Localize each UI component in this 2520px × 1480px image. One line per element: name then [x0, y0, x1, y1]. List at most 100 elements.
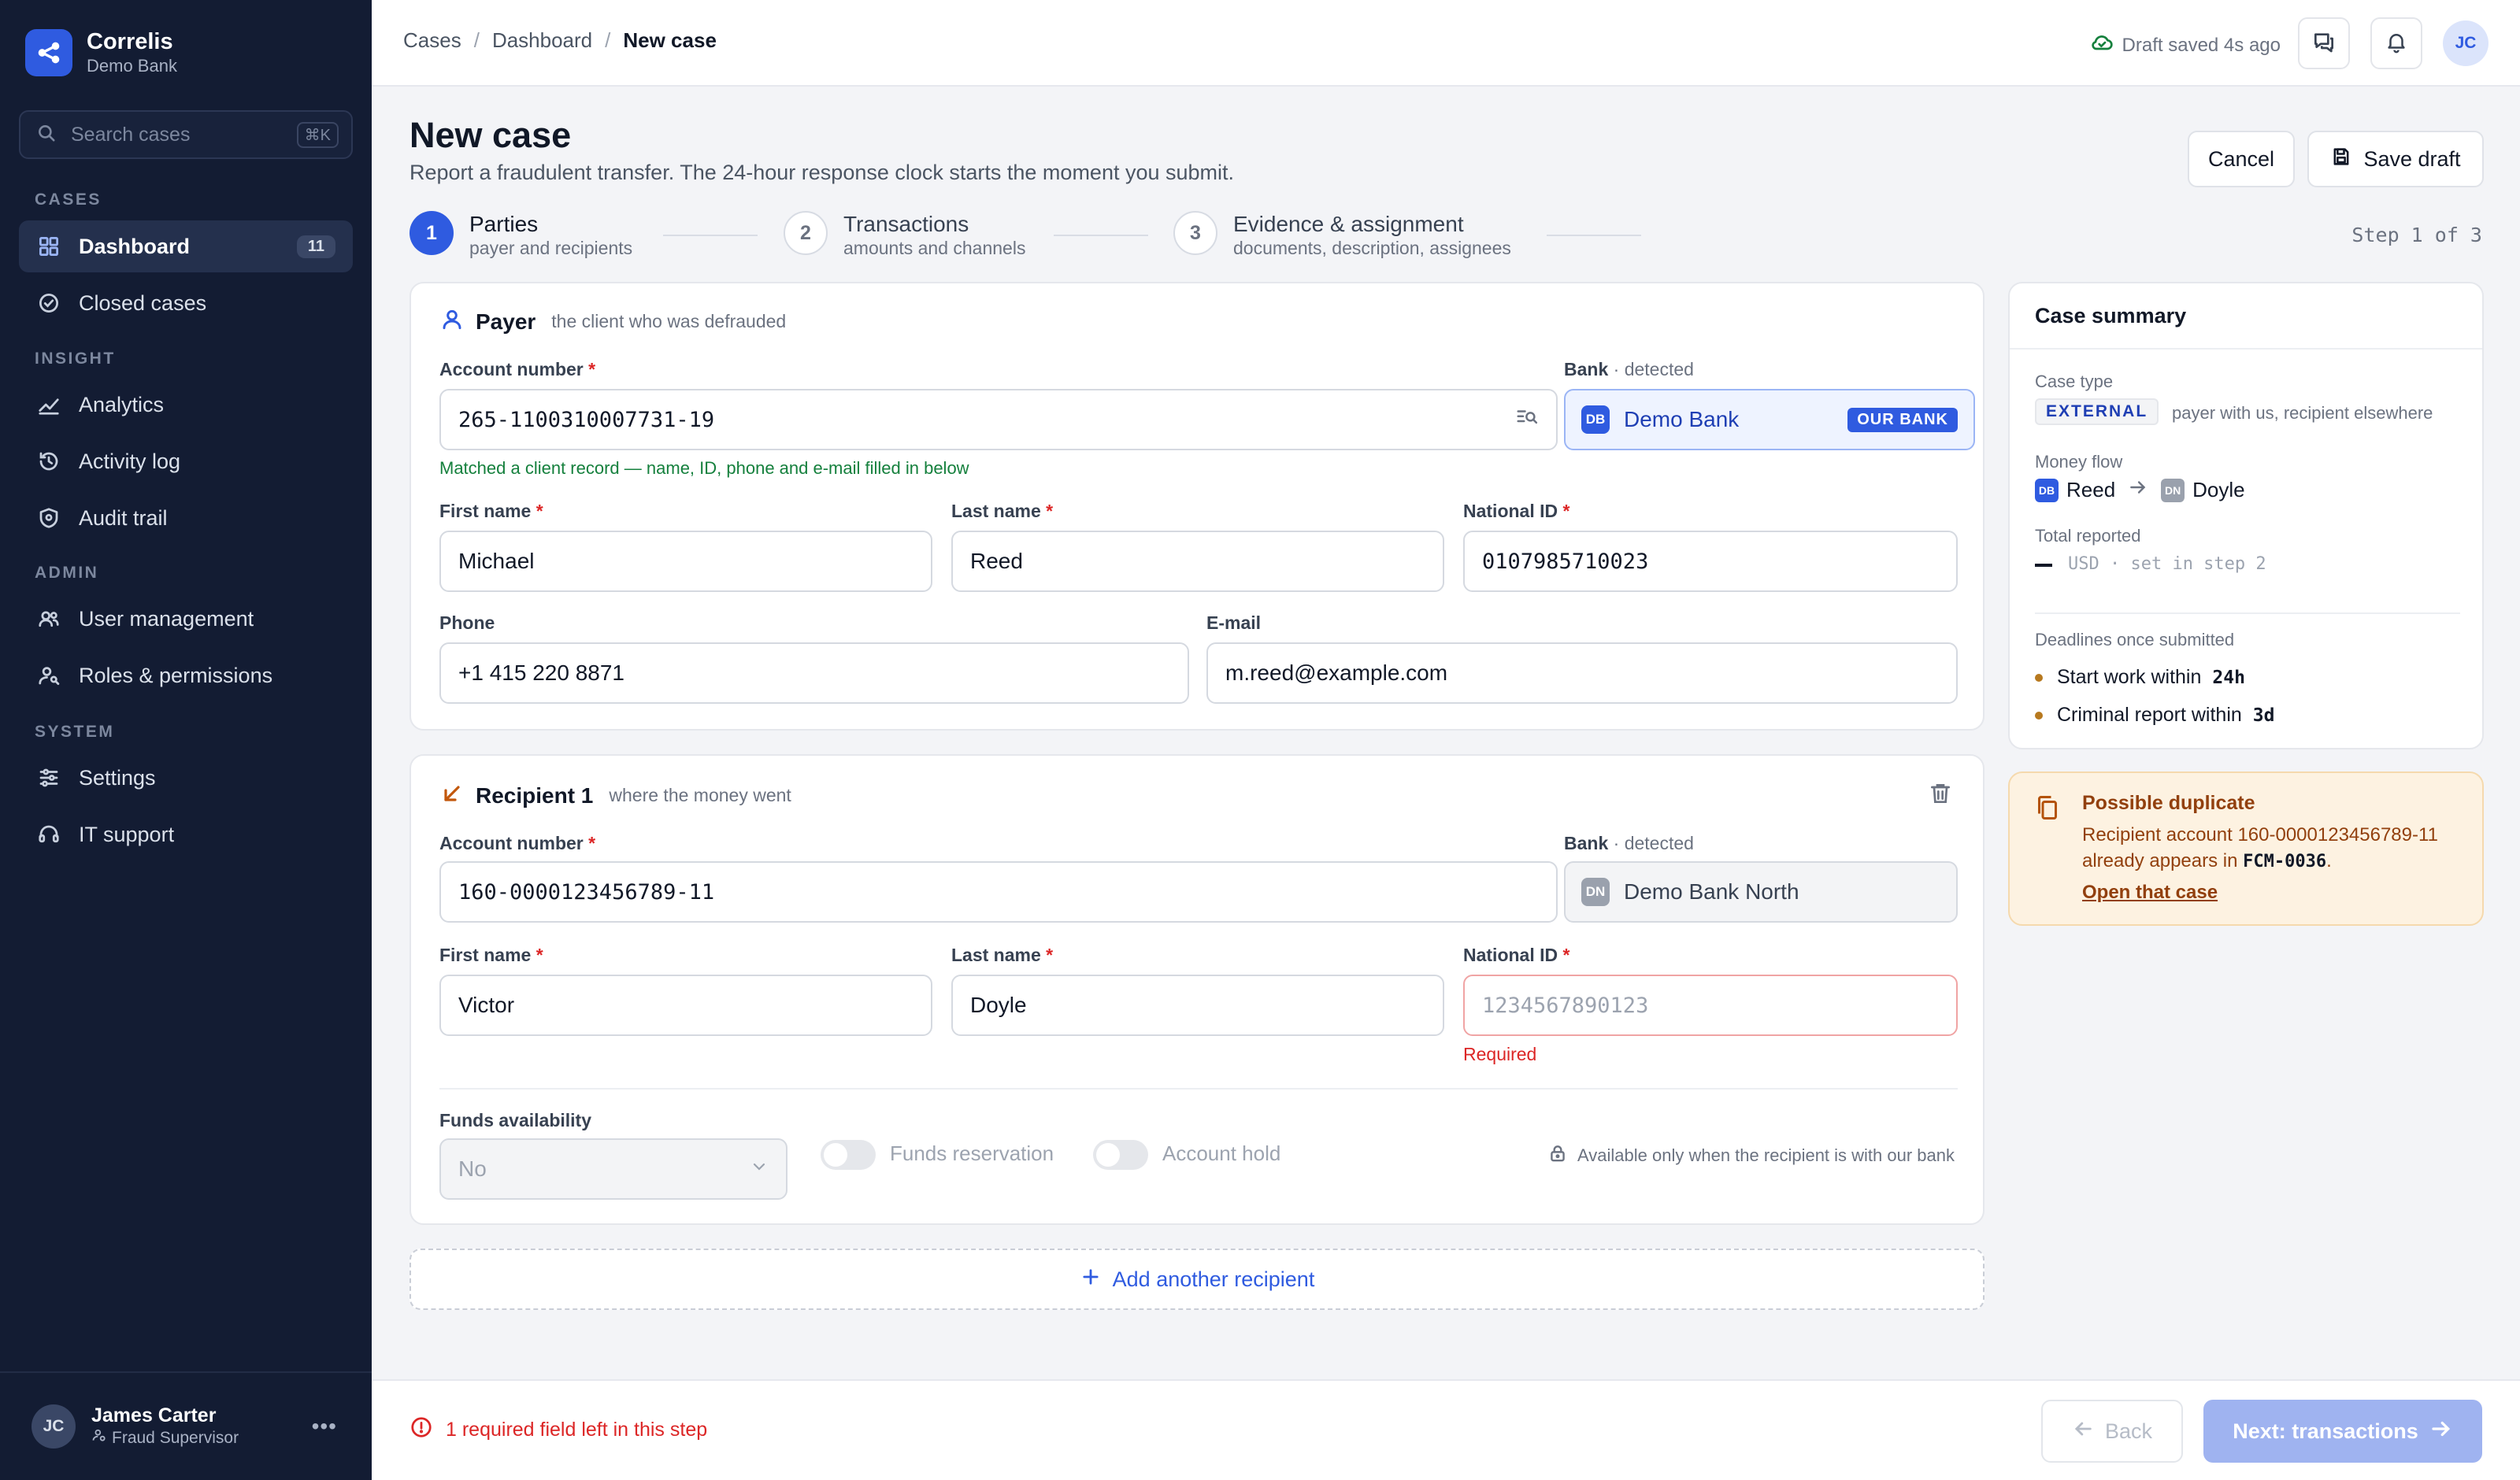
sidebar-item-audit-trail[interactable]: Audit trail	[19, 492, 353, 544]
sidebar-item-user-management[interactable]: User management	[19, 593, 353, 645]
duplicate-text: Recipient account 160-0000123456789-11 a…	[2082, 822, 2468, 875]
open-case-link[interactable]: Open that case	[2082, 882, 2218, 904]
recipient-account-label: Account number *	[439, 833, 596, 853]
user-badge-icon	[91, 1427, 107, 1449]
label-text: National ID	[1463, 501, 1558, 521]
account-hold-toggle[interactable]	[1093, 1140, 1148, 1170]
breadcrumb-dashboard[interactable]: Dashboard	[492, 28, 592, 53]
user-profile[interactable]: JC James Carter Fraud Supervisor •••	[0, 1371, 372, 1480]
check-circle-icon	[35, 289, 63, 317]
field-placeholder: 1234567890123	[1482, 993, 1649, 1018]
back-label: Back	[2104, 1419, 2153, 1443]
notifications-button[interactable]	[2370, 17, 2422, 69]
payer-title: Payer	[476, 309, 536, 334]
field-value: Michael	[458, 549, 535, 573]
step-progress: Step 1 of 3	[2351, 224, 2482, 246]
bank-chip: DN	[1581, 878, 1610, 906]
messages-button[interactable]	[2298, 17, 2350, 69]
payer-phone-input[interactable]: +1 415 220 8871	[439, 642, 1189, 704]
step-parties[interactable]: 1 Parties payer and recipients	[410, 211, 632, 258]
sidebar-item-it-support[interactable]: IT support	[19, 808, 353, 860]
select-value: No	[458, 1156, 487, 1181]
sidebar-item-label: Closed cases	[79, 290, 207, 315]
step-number: 1	[410, 211, 454, 255]
breadcrumb-current: New case	[623, 28, 717, 52]
breadcrumb-cases[interactable]: Cases	[403, 28, 461, 53]
label-text: Bank	[1564, 833, 1609, 853]
sidebar-item-analytics[interactable]: Analytics	[19, 379, 353, 431]
payer-national-id-input[interactable]: 0107985710023	[1463, 531, 1958, 592]
draft-status: Draft saved 4s ago	[2089, 30, 2281, 61]
save-draft-button[interactable]: Save draft	[2307, 131, 2484, 187]
cancel-button[interactable]: Cancel	[2188, 131, 2295, 187]
payer-header: Payer the client who was defrauded	[439, 307, 786, 336]
lock-note: Available only when the recipient is wit…	[1547, 1143, 1955, 1168]
more-icon[interactable]: •••	[312, 1414, 337, 1439]
payer-account-input[interactable]: 265-1100310007731-19	[439, 389, 1558, 450]
deadline-value: 3d	[2252, 705, 2275, 726]
cancel-label: Cancel	[2207, 146, 2275, 171]
duplicate-warning: Possible duplicate Recipient account 160…	[2008, 771, 2484, 926]
email-label: E-mail	[1206, 612, 1262, 633]
recipient-first-name-input[interactable]: Victor	[439, 975, 932, 1036]
summary-title: Case summary	[2035, 304, 2187, 327]
dashboard-count-badge: 11	[296, 235, 335, 258]
duplicate-case-id: FCM-0036	[2243, 852, 2327, 871]
search-input[interactable]: Search cases ⌘K	[19, 110, 353, 159]
label-text: Account number	[439, 359, 584, 379]
back-button[interactable]: Back	[2041, 1400, 2183, 1463]
last-name-label: Last name *	[951, 945, 1054, 965]
step-title: Transactions	[843, 212, 969, 236]
recipient-last-name-input[interactable]: Doyle	[951, 975, 1444, 1036]
cloud-check-icon	[2089, 30, 2114, 61]
step-connector	[1547, 235, 1641, 236]
divider	[2010, 348, 2482, 350]
next-button[interactable]: Next: transactions	[2203, 1400, 2482, 1463]
sidebar-item-settings[interactable]: Settings	[19, 752, 353, 804]
sidebar-item-dashboard[interactable]: Dashboard 11	[19, 220, 353, 272]
avatar[interactable]: JC	[2443, 20, 2488, 66]
recipient-subtitle: where the money went	[609, 785, 791, 805]
user-key-icon	[35, 661, 63, 690]
arrow-left-icon	[2072, 1418, 2094, 1445]
step-transactions[interactable]: 2 Transactions amounts and channels	[784, 211, 1025, 258]
sidebar-item-activity-log[interactable]: Activity log	[19, 435, 353, 487]
delete-recipient-icon[interactable]	[1928, 781, 1953, 810]
recipient-account-input[interactable]: 160-0000123456789-11	[439, 861, 1558, 923]
recipient-card: Recipient 1 where the money went Account…	[410, 754, 1984, 1225]
case-type-badge: EXTERNAL	[2035, 398, 2159, 425]
label-text: Account number	[439, 833, 584, 853]
field-value: +1 415 220 8871	[458, 660, 624, 685]
sidebar-item-roles-permissions[interactable]: Roles & permissions	[19, 649, 353, 701]
payer-email-input[interactable]: m.reed@example.com	[1206, 642, 1958, 704]
sidebar: Correlis Demo Bank Search cases ⌘K CASES…	[0, 0, 372, 1480]
breadcrumb-separator: /	[473, 28, 480, 52]
arrow-right-icon	[2128, 477, 2148, 503]
headset-icon	[35, 820, 63, 849]
case-summary-card: Case summary Case type EXTERNAL payer wi…	[2008, 282, 2484, 749]
funds-availability-select[interactable]: No	[439, 1138, 788, 1200]
step-evidence[interactable]: 3 Evidence & assignment documents, descr…	[1173, 211, 1511, 258]
field-value: 160-0000123456789-11	[458, 879, 715, 905]
sidebar-item-closed-cases[interactable]: Closed cases	[19, 277, 353, 329]
deadline-label: Start work within	[2057, 666, 2202, 688]
payer-first-name-input[interactable]: Michael	[439, 531, 932, 592]
save-draft-label: Save draft	[2363, 146, 2461, 171]
payer-last-name-input[interactable]: Reed	[951, 531, 1444, 592]
recipient-national-id-input[interactable]: 1234567890123	[1463, 975, 1958, 1036]
add-recipient-button[interactable]: Add another recipient	[410, 1249, 1984, 1310]
history-icon	[35, 447, 63, 475]
chevron-down-icon	[750, 1156, 769, 1182]
copy-icon	[2033, 794, 2062, 826]
brand[interactable]: Correlis Demo Bank	[25, 28, 177, 77]
chat-icon	[2311, 29, 2337, 58]
org-name: Demo Bank	[87, 56, 177, 76]
app-name: Correlis	[87, 29, 173, 54]
arrow-right-icon	[2429, 1417, 2453, 1446]
case-type-desc: payer with us, recipient elsewhere	[2172, 403, 2433, 423]
draft-status-text: Draft saved 4s ago	[2122, 34, 2281, 56]
deadlines-label: Deadlines once submitted	[2035, 630, 2235, 649]
users-icon	[35, 605, 63, 633]
lookup-search-icon[interactable]	[1515, 405, 1539, 435]
funds-reservation-toggle[interactable]	[821, 1140, 876, 1170]
